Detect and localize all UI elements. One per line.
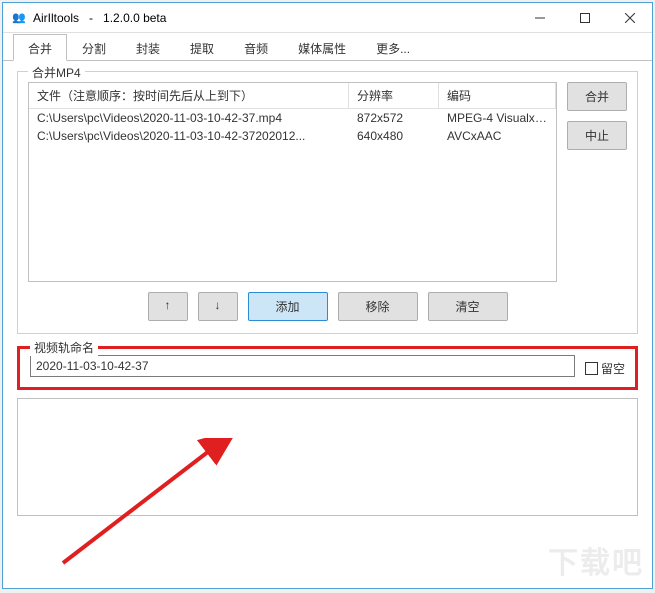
content-area: 合并MP4 文件（注意顺序：按时间先后从上到下） 分辨率 编码 C:\Users…	[3, 61, 652, 394]
table-row[interactable]: C:\Users\pc\Videos\2020-11-03-10-42-3720…	[29, 127, 556, 145]
log-output-box[interactable]	[17, 398, 638, 516]
cell-resolution: 640x480	[349, 127, 439, 145]
tabstrip: 合并 分割 封装 提取 音频 媒体属性 更多...	[3, 33, 652, 61]
leave-blank-checkbox[interactable]	[585, 362, 598, 375]
group-merge-mp4-title: 合并MP4	[28, 64, 85, 81]
tab-extract[interactable]: 提取	[175, 34, 229, 61]
group-video-track-name-title: 视频轨命名	[30, 339, 98, 356]
cell-resolution: 872x572	[349, 109, 439, 127]
table-header: 文件（注意顺序：按时间先后从上到下） 分辨率 编码	[29, 83, 556, 109]
minimize-button[interactable]	[517, 3, 562, 32]
merge-button[interactable]: 合并	[567, 82, 627, 111]
window-title: AirIltools - 1.2.0.0 beta	[33, 11, 517, 25]
titlebar: 👥 AirIltools - 1.2.0.0 beta	[3, 3, 652, 33]
cell-codec: AVCxAAC	[439, 127, 556, 145]
watermark: 下载吧	[548, 538, 644, 582]
tab-audio[interactable]: 音频	[229, 34, 283, 61]
cell-file: C:\Users\pc\Videos\2020-11-03-10-42-3720…	[29, 127, 349, 145]
app-window: 👥 AirIltools - 1.2.0.0 beta 合并 分割 封装 提取 …	[2, 2, 653, 589]
tab-package[interactable]: 封装	[121, 34, 175, 61]
maximize-button[interactable]	[562, 3, 607, 32]
close-button[interactable]	[607, 3, 652, 32]
add-button[interactable]: 添加	[248, 292, 328, 321]
app-version: 1.2.0.0 beta	[103, 11, 166, 25]
table-area: 文件（注意顺序：按时间先后从上到下） 分辨率 编码 C:\Users\pc\Vi…	[28, 82, 627, 282]
tab-merge[interactable]: 合并	[13, 34, 67, 61]
table-row[interactable]: C:\Users\pc\Videos\2020-11-03-10-42-37.m…	[29, 109, 556, 127]
group-video-track-name: 视频轨命名 留空	[17, 346, 638, 390]
file-table[interactable]: 文件（注意顺序：按时间先后从上到下） 分辨率 编码 C:\Users\pc\Vi…	[28, 82, 557, 282]
app-icon: 👥	[11, 10, 27, 26]
side-buttons: 合并 中止	[567, 82, 627, 282]
row-buttons: ↑ ↓ 添加 移除 清空	[28, 292, 627, 321]
tab-more[interactable]: 更多...	[361, 34, 425, 61]
clear-button[interactable]: 清空	[428, 292, 508, 321]
window-controls	[517, 3, 652, 32]
tab-media-props[interactable]: 媒体属性	[283, 34, 361, 61]
cell-file: C:\Users\pc\Videos\2020-11-03-10-42-37.m…	[29, 109, 349, 127]
track-name-input[interactable]	[30, 355, 575, 377]
col-header-codec[interactable]: 编码	[439, 83, 556, 108]
leave-blank-checkbox-wrap[interactable]: 留空	[585, 360, 625, 377]
version-sep: -	[89, 11, 93, 25]
tab-split[interactable]: 分割	[67, 34, 121, 61]
cell-codec: MPEG-4 VisualxA...	[439, 109, 556, 127]
group-merge-mp4: 合并MP4 文件（注意顺序：按时间先后从上到下） 分辨率 编码 C:\Users…	[17, 71, 638, 334]
move-down-button[interactable]: ↓	[198, 292, 238, 321]
app-name: AirIltools	[33, 11, 79, 25]
leave-blank-label: 留空	[601, 360, 625, 377]
remove-button[interactable]: 移除	[338, 292, 418, 321]
col-header-file[interactable]: 文件（注意顺序：按时间先后从上到下）	[29, 83, 349, 108]
move-up-button[interactable]: ↑	[148, 292, 188, 321]
col-header-resolution[interactable]: 分辨率	[349, 83, 439, 108]
stop-button[interactable]: 中止	[567, 121, 627, 150]
table-body: C:\Users\pc\Videos\2020-11-03-10-42-37.m…	[29, 109, 556, 145]
